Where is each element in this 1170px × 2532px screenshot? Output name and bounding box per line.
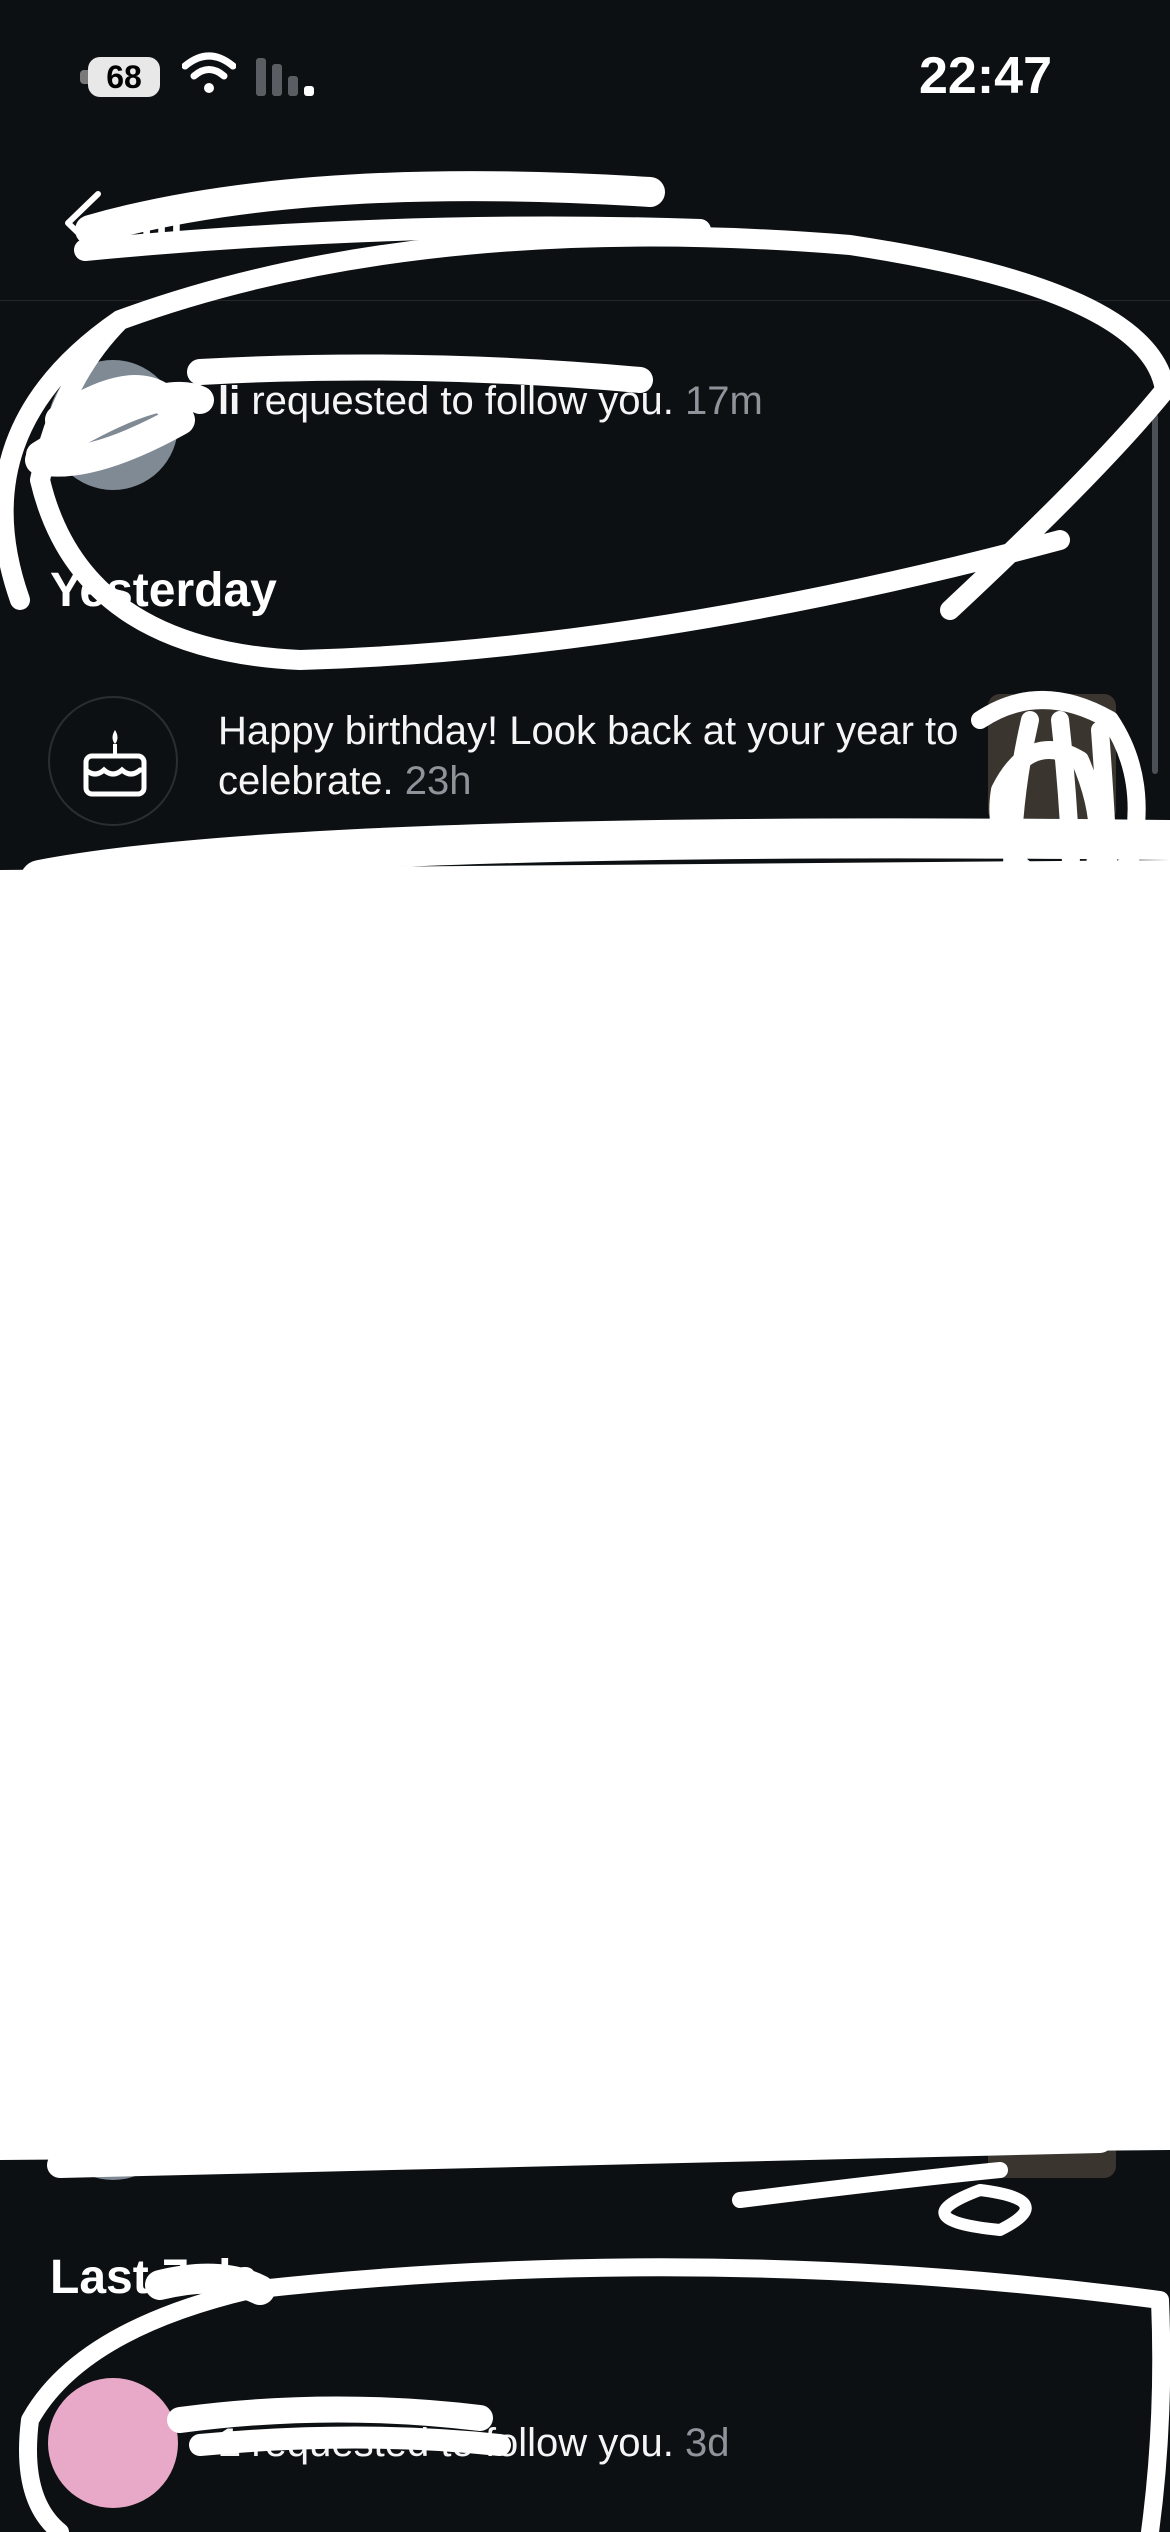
notification-message: Happy birthday! Look back at your year t… <box>218 709 959 803</box>
avatar[interactable] <box>48 1660 178 1790</box>
scroll-indicator[interactable] <box>1152 414 1158 774</box>
username[interactable]: 1 <box>218 2421 240 2465</box>
notification-text: Happy birthday! Look back at your year t… <box>218 706 978 806</box>
battery-icon: 68 <box>88 57 160 97</box>
notification-row[interactable]: 1 requested to follow you. 3d <box>0 2378 1170 2518</box>
birthday-cake-icon <box>83 730 147 797</box>
notification-time: 3d <box>684 2421 730 2465</box>
username[interactable]: li <box>218 379 240 423</box>
avatar[interactable] <box>48 1470 178 1600</box>
wifi-icon <box>182 52 236 93</box>
chevron-left-icon[interactable] <box>62 190 104 256</box>
avatar[interactable] <box>48 2050 178 2180</box>
status-time: 22:47 <box>919 47 1052 105</box>
notification-text: 1 requested to follow you. 3d <box>218 2418 1118 2468</box>
status-bar: 68 22:47 <box>0 0 1170 150</box>
notification-message: requested to follow you. <box>240 2421 674 2465</box>
notification-text: li requested to follow you. 17m <box>218 376 978 426</box>
section-title-last-7-days: Last 7 da <box>50 2251 259 2304</box>
battery-tip <box>80 70 88 84</box>
cellular-signal-icon <box>256 58 314 96</box>
notification-time: 23h <box>404 759 472 803</box>
account-name[interactable]: m <box>140 194 183 249</box>
avatar[interactable] <box>48 1260 178 1390</box>
post-thumbnail[interactable] <box>988 1550 1116 1678</box>
avatar[interactable] <box>48 360 178 490</box>
notification-row[interactable]: li requested to follow you. 17m <box>0 350 1170 500</box>
section-title-yesterday: Yesterday <box>50 564 277 617</box>
birthday-avatar <box>48 696 178 826</box>
post-thumbnail[interactable] <box>988 1040 1116 1168</box>
notification-message: requested to follow you. <box>240 379 674 423</box>
post-thumbnail[interactable] <box>988 2050 1116 2178</box>
avatar[interactable] <box>48 890 178 1020</box>
avatar[interactable] <box>48 1860 178 1990</box>
notification-row[interactable]: Happy birthday! Look back at your year t… <box>0 690 1170 840</box>
post-thumbnail[interactable] <box>988 694 1116 822</box>
notification-time: 17m <box>684 379 763 423</box>
avatar[interactable] <box>48 2378 178 2508</box>
avatar[interactable] <box>48 1080 178 1210</box>
header: m <box>0 160 1170 301</box>
